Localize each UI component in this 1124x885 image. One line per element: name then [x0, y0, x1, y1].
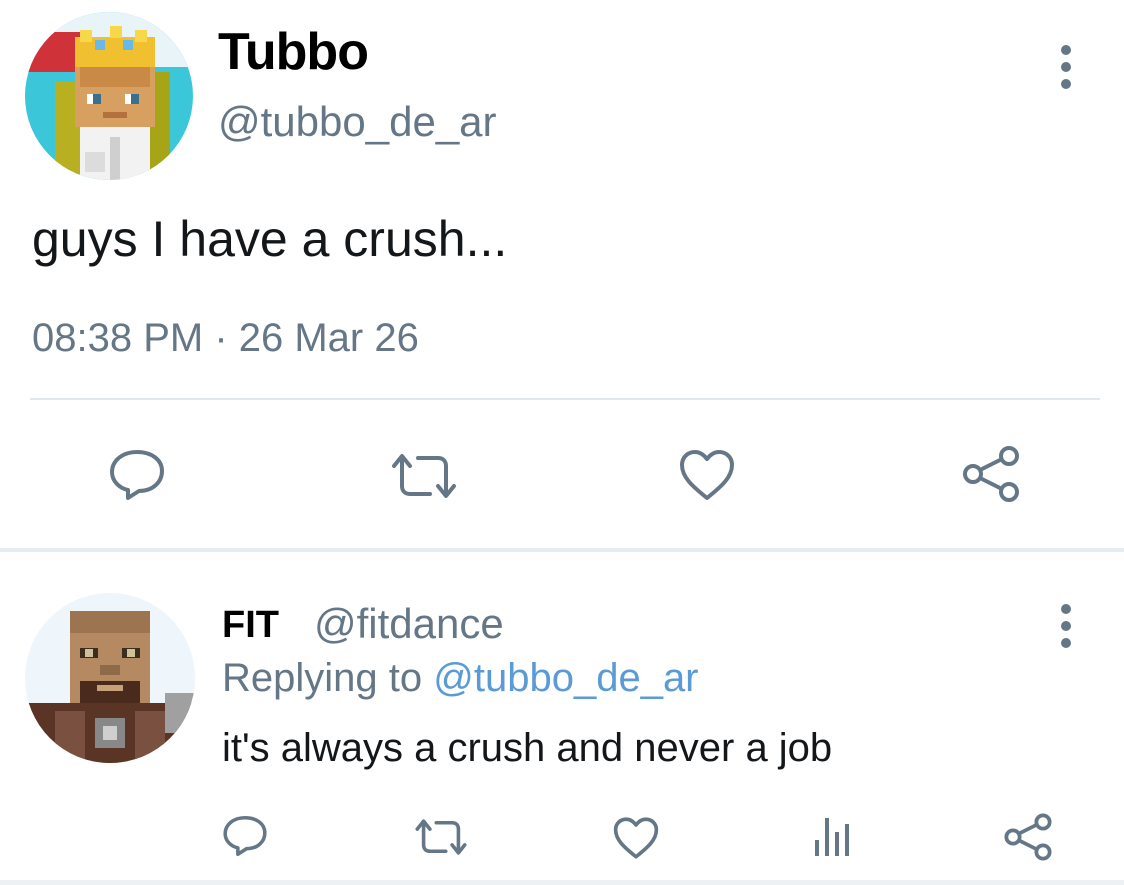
tubbo-avatar[interactable]	[25, 12, 193, 180]
reply-text: it's always a crush and never a job	[222, 726, 833, 770]
like-button[interactable]	[612, 816, 660, 860]
analytics-icon	[815, 818, 849, 856]
minecraft-skin-avatar-icon	[25, 12, 193, 180]
fitdance-avatar[interactable]	[25, 593, 195, 763]
tweet-text: guys I have a crush...	[32, 211, 508, 267]
replying-to-label: Replying to	[222, 656, 423, 700]
share-button[interactable]	[960, 444, 1022, 504]
share-icon	[963, 446, 1019, 502]
replying-to-line: Replying to @tubbo_de_ar	[222, 656, 699, 701]
retweet-button[interactable]	[388, 452, 460, 500]
retweet-icon	[392, 454, 456, 498]
like-button[interactable]	[678, 448, 736, 502]
reply-icon	[223, 815, 267, 857]
replying-to-mention[interactable]: @tubbo_de_ar	[433, 656, 698, 700]
retweet-icon	[415, 819, 467, 855]
reply-tweet: FIT @fitdance Replying to @tubbo_de_ar i…	[0, 552, 1124, 885]
share-button[interactable]	[1002, 812, 1054, 862]
more-options-icon[interactable]	[1052, 45, 1080, 89]
share-icon	[1004, 813, 1052, 861]
bottom-separator	[0, 880, 1124, 885]
display-name[interactable]: Tubbo	[218, 22, 369, 82]
heart-icon	[680, 450, 734, 500]
more-options-icon[interactable]	[1052, 604, 1080, 648]
reply-display-name[interactable]: FIT	[222, 604, 279, 647]
reply-icon	[110, 450, 164, 500]
divider	[30, 398, 1100, 400]
user-handle[interactable]: @tubbo_de_ar	[218, 98, 497, 146]
minecraft-skin-avatar-icon	[25, 593, 195, 763]
reply-button[interactable]	[108, 448, 166, 502]
analytics-button[interactable]	[812, 814, 854, 858]
reply-button[interactable]	[222, 814, 268, 858]
retweet-button[interactable]	[412, 818, 470, 856]
tweet-timestamp: 08:38 PM · 26 Mar 26	[32, 316, 419, 360]
heart-icon	[613, 817, 659, 859]
reply-user-handle[interactable]: @fitdance	[314, 600, 504, 648]
main-tweet: Tubbo @tubbo_de_ar guys I have a crush..…	[0, 0, 1124, 550]
